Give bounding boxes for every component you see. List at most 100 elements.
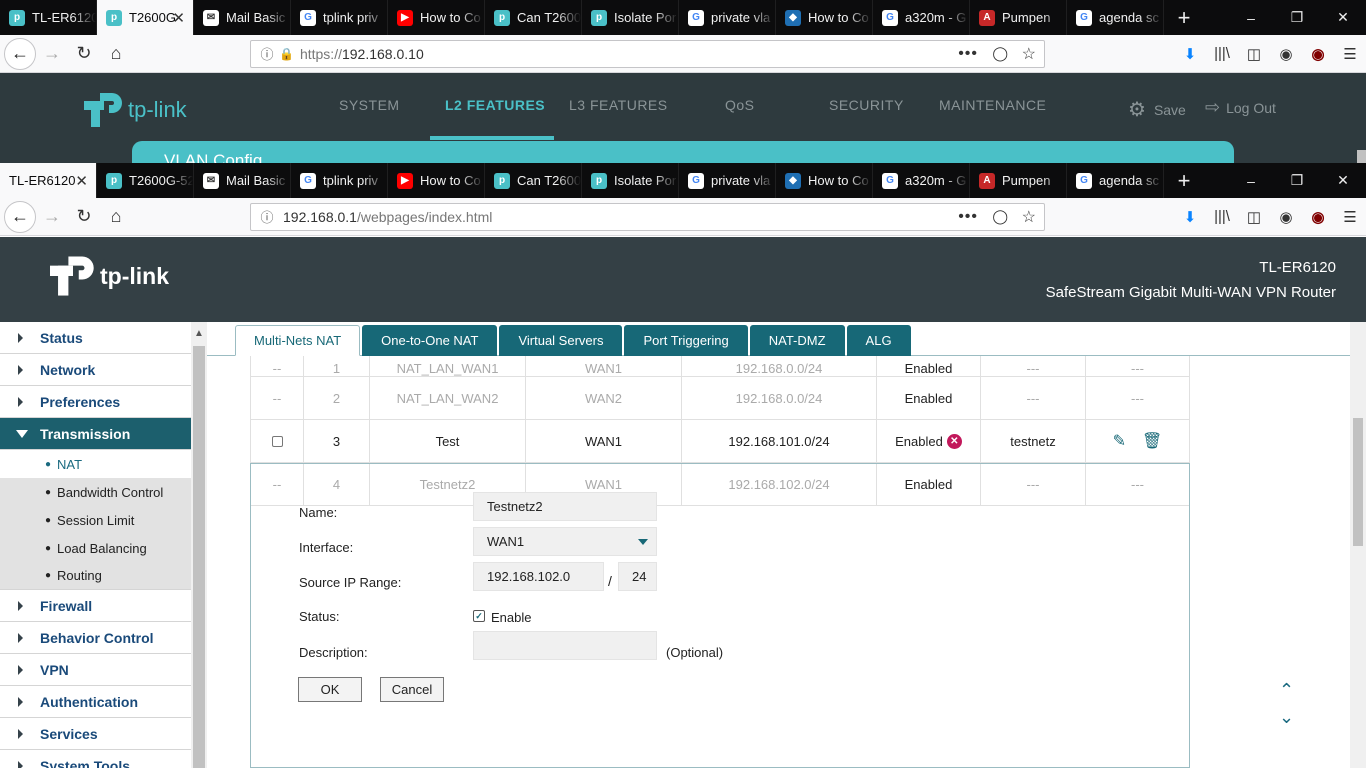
- browser-tab[interactable]: ▶ How to Co: [388, 163, 485, 198]
- scroll-top-chevron-up-icon[interactable]: ⌃: [1279, 680, 1294, 701]
- browser-tab[interactable]: A Pumpen: [970, 0, 1067, 35]
- scrollbar-thumb[interactable]: [1357, 150, 1366, 163]
- sidebar-icon[interactable]: ◫: [1238, 208, 1270, 226]
- nav-maintenance[interactable]: MAINTENANCE: [939, 97, 1046, 113]
- browser-tab[interactable]: Gprivate vla: [679, 0, 776, 35]
- library-icon[interactable]: |||\: [1206, 208, 1238, 225]
- url-bar[interactable]: ⓘ 🔒 https:// 192.168.0.10 ••• ◯ ☆: [250, 39, 1045, 68]
- submenu-session-limit[interactable]: ● Session Limit: [0, 506, 191, 534]
- browser-tab[interactable]: Gagenda sc: [1067, 163, 1164, 198]
- browser-tab[interactable]: ✉ Mail Basic: [194, 0, 291, 35]
- menu-vpn[interactable]: VPN: [0, 654, 191, 686]
- browser-tab[interactable]: ◆ How to Co: [776, 163, 873, 198]
- download-icon[interactable]: ⬇: [1174, 208, 1206, 226]
- scrollbar-thumb[interactable]: [193, 346, 205, 768]
- page-actions-icon[interactable]: •••: [958, 45, 978, 63]
- close-tab-icon[interactable]: ✕: [75, 172, 88, 190]
- menu-system-tools[interactable]: System Tools: [0, 750, 191, 768]
- account-icon[interactable]: ◉: [1270, 208, 1302, 226]
- logout-button[interactable]: ⇨ Log Out: [1205, 97, 1276, 118]
- download-icon[interactable]: ⬇: [1174, 45, 1206, 63]
- browser-tab[interactable]: p T2600G ✕: [97, 0, 194, 35]
- menu-preferences[interactable]: Preferences: [0, 386, 191, 418]
- back-button[interactable]: ←: [4, 37, 36, 70]
- submenu-load-balancing[interactable]: ● Load Balancing: [0, 534, 191, 562]
- minimize-icon[interactable]: –: [1228, 0, 1274, 35]
- new-tab-plus-icon[interactable]: +: [1164, 0, 1204, 35]
- nav-l3-features[interactable]: L3 FEATURES: [569, 97, 668, 113]
- close-tab-icon[interactable]: ✕: [172, 9, 185, 27]
- edit-icon[interactable]: ✎: [1113, 431, 1126, 451]
- browser-tab[interactable]: ✉ Mail Basic: [194, 163, 291, 198]
- browser-tab[interactable]: Gtplink priv: [291, 0, 388, 35]
- browser-tab[interactable]: Ga320m - G: [873, 0, 970, 35]
- description-input[interactable]: [473, 631, 657, 660]
- name-input[interactable]: Testnetz2: [473, 492, 657, 521]
- forward-button[interactable]: →: [36, 38, 68, 70]
- bookmark-star-icon[interactable]: ☆: [1022, 44, 1036, 64]
- browser-tab[interactable]: Gprivate vla: [679, 163, 776, 198]
- browser-tab[interactable]: ◆ How to Co: [776, 0, 873, 35]
- url-bar[interactable]: ⓘ 192.168.0.1 /webpages/index.html ••• ◯…: [250, 202, 1045, 231]
- interface-select[interactable]: WAN1: [473, 527, 657, 556]
- restore-icon[interactable]: ❐: [1274, 163, 1320, 198]
- tab-alg[interactable]: ALG: [846, 325, 911, 356]
- ublock-icon[interactable]: ◉: [1302, 45, 1334, 63]
- submenu-bandwidth-control[interactable]: ● Bandwidth Control: [0, 478, 191, 506]
- menu-transmission[interactable]: Transmission: [0, 418, 191, 450]
- submenu-nat[interactable]: ● NAT: [0, 450, 191, 478]
- home-button[interactable]: ⌂: [100, 201, 132, 233]
- restore-icon[interactable]: ❐: [1274, 0, 1320, 35]
- disable-x-icon[interactable]: ✕: [946, 433, 962, 449]
- menu-services[interactable]: Services: [0, 718, 191, 750]
- nav-qos[interactable]: QoS: [725, 97, 755, 113]
- menu-firewall[interactable]: Firewall: [0, 590, 191, 622]
- close-window-icon[interactable]: ✕: [1320, 0, 1366, 35]
- submenu-routing[interactable]: ● Routing: [0, 562, 191, 590]
- browser-tab[interactable]: p TL-ER6120: [0, 0, 97, 35]
- new-tab-plus-icon[interactable]: +: [1164, 163, 1204, 198]
- mask-input[interactable]: 24: [618, 562, 657, 591]
- browser-tab[interactable]: Gagenda sc: [1067, 0, 1164, 35]
- nav-security[interactable]: SECURITY: [829, 97, 904, 113]
- save-button[interactable]: ⚙ Save: [1128, 97, 1186, 122]
- source-ip-input[interactable]: 192.168.102.0: [473, 562, 604, 591]
- ublock-icon[interactable]: ◉: [1302, 208, 1334, 226]
- tab-port-triggering[interactable]: Port Triggering: [624, 325, 748, 356]
- browser-tab[interactable]: A Pumpen: [970, 163, 1067, 198]
- sidebar-scrollbar[interactable]: ▲: [191, 322, 207, 768]
- scrollbar-thumb[interactable]: [1353, 418, 1363, 546]
- back-button[interactable]: ←: [4, 200, 36, 233]
- bookmark-star-icon[interactable]: ☆: [1022, 207, 1036, 227]
- tab-virtual-servers[interactable]: Virtual Servers: [499, 325, 623, 356]
- forward-button[interactable]: →: [36, 201, 68, 233]
- minimize-icon[interactable]: –: [1228, 163, 1274, 198]
- nav-system[interactable]: SYSTEM: [339, 97, 400, 113]
- enable-checkbox[interactable]: ✓: [473, 610, 485, 622]
- menu-network[interactable]: Network: [0, 354, 191, 386]
- page-actions-icon[interactable]: •••: [958, 208, 978, 226]
- pocket-icon[interactable]: ◯: [992, 45, 1008, 62]
- reload-button[interactable]: ↻: [68, 201, 100, 233]
- browser-tab[interactable]: Gtplink priv: [291, 163, 388, 198]
- sidebar-icon[interactable]: ◫: [1238, 45, 1270, 63]
- menu-authentication[interactable]: Authentication: [0, 686, 191, 718]
- menu-behavior-control[interactable]: Behavior Control: [0, 622, 191, 654]
- browser-tab[interactable]: p Can T2600: [485, 0, 582, 35]
- info-icon[interactable]: ⓘ: [255, 44, 279, 63]
- home-button[interactable]: ⌂: [100, 38, 132, 70]
- browser-tab[interactable]: p Isolate Por: [582, 0, 679, 35]
- ok-button[interactable]: OK: [298, 677, 362, 702]
- account-icon[interactable]: ◉: [1270, 45, 1302, 63]
- browser-tab[interactable]: p Isolate Por: [582, 163, 679, 198]
- menu-icon[interactable]: ☰: [1334, 208, 1366, 226]
- menu-status[interactable]: Status: [0, 322, 191, 354]
- browser-tab[interactable]: TL-ER6120 ✕: [0, 163, 97, 198]
- library-icon[interactable]: |||\: [1206, 45, 1238, 62]
- tab-one-to-one-nat[interactable]: One-to-One NAT: [362, 325, 498, 356]
- reload-button[interactable]: ↻: [68, 38, 100, 70]
- browser-tab[interactable]: p T2600G-52: [97, 163, 194, 198]
- info-icon[interactable]: ⓘ: [255, 207, 279, 226]
- content-scrollbar[interactable]: [1350, 322, 1366, 768]
- tab-nat-dmz[interactable]: NAT-DMZ: [749, 325, 845, 356]
